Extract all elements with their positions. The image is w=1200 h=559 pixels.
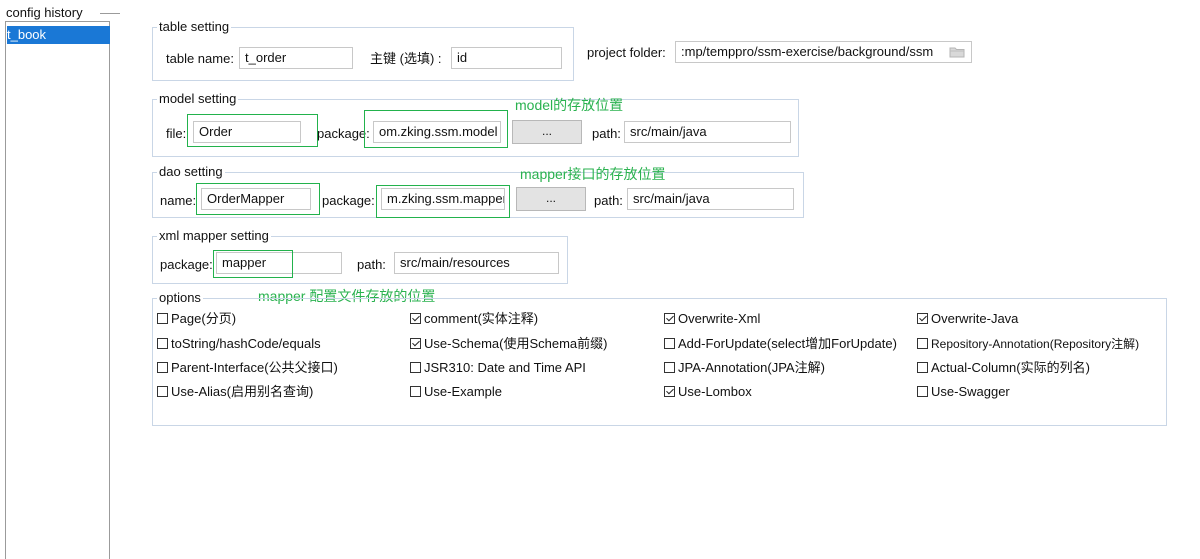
option-tostring[interactable]: toString/hashCode/equals (157, 336, 321, 352)
option-label: Parent-Interface(公共父接口) (171, 360, 338, 375)
model-package-label: package: (317, 126, 370, 141)
checkbox-icon[interactable] (410, 386, 421, 397)
model-path-input[interactable]: src/main/java (624, 121, 791, 143)
model-annotation: model的存放位置 (515, 97, 624, 113)
option-add-forupdate[interactable]: Add-ForUpdate(select增加ForUpdate) (664, 336, 897, 352)
option-use-example[interactable]: Use-Example (410, 384, 502, 400)
dao-package-label: package: (322, 193, 375, 208)
dao-package-input[interactable]: m.zking.ssm.mapper (381, 188, 505, 210)
checkbox-icon[interactable] (157, 386, 168, 397)
dao-path-label: path: (594, 193, 623, 208)
dao-setting-title: dao setting (157, 164, 225, 180)
option-use-schema[interactable]: Use-Schema(使用Schema前缀) (410, 336, 608, 352)
option-label: Repository-Annotation(Repository注解) (931, 337, 1140, 351)
checkbox-icon[interactable] (157, 313, 168, 324)
option-overwrite-java[interactable]: Overwrite-Java (917, 311, 1018, 327)
checkbox-icon[interactable] (917, 338, 928, 349)
option-comment[interactable]: comment(实体注释) (410, 311, 538, 327)
primary-key-input[interactable]: id (451, 47, 562, 69)
option-use-lombox[interactable]: Use-Lombox (664, 384, 752, 400)
config-history-list[interactable]: t_book (5, 21, 110, 559)
option-label: Add-ForUpdate(select增加ForUpdate) (678, 336, 897, 351)
primary-key-label: 主键 (选填) : (370, 51, 442, 66)
checkbox-icon[interactable] (410, 362, 421, 373)
option-label: Page(分页) (171, 311, 237, 326)
dao-name-label: name: (160, 193, 197, 208)
option-use-swagger[interactable]: Use-Swagger (917, 384, 1010, 400)
option-jpa-annotation[interactable]: JPA-Annotation(JPA注解) (664, 360, 825, 376)
checkbox-icon[interactable] (410, 338, 421, 349)
project-folder-input[interactable]: :mp/temppro/ssm-exercise/background/ssm (675, 41, 972, 63)
folder-icon[interactable] (949, 46, 965, 58)
option-label: Use-Alias(启用别名查询) (171, 384, 314, 399)
dao-annotation: mapper接口的存放位置 (520, 166, 666, 182)
option-jsr310[interactable]: JSR310: Date and Time API (410, 360, 586, 376)
option-label: Overwrite-Java (931, 311, 1019, 326)
option-label: JPA-Annotation(JPA注解) (678, 360, 825, 375)
model-package-input[interactable]: om.zking.ssm.model (373, 121, 501, 143)
model-setting-title: model setting (157, 91, 239, 107)
checkbox-icon[interactable] (157, 362, 168, 373)
table-setting-title: table setting (157, 19, 232, 35)
option-page[interactable]: Page(分页) (157, 311, 236, 327)
checkbox-icon[interactable] (664, 338, 675, 349)
option-label: Actual-Column(实际的列名) (931, 360, 1090, 375)
dao-name-input[interactable]: OrderMapper (201, 188, 311, 210)
checkbox-icon[interactable] (917, 362, 928, 373)
dao-path-input[interactable]: src/main/java (627, 188, 794, 210)
checkbox-icon[interactable] (664, 362, 675, 373)
project-folder-label: project folder: (587, 45, 666, 60)
checkbox-icon[interactable] (664, 313, 675, 324)
xml-setting-title: xml mapper setting (157, 228, 271, 244)
checkbox-icon[interactable] (917, 313, 928, 324)
option-label: Overwrite-Xml (678, 311, 761, 326)
xml-package-input[interactable]: mapper (216, 252, 342, 274)
checkbox-icon[interactable] (917, 386, 928, 397)
xml-path-input[interactable]: src/main/resources (394, 252, 559, 274)
table-name-label: table name: (166, 51, 234, 66)
model-browse-button[interactable]: ... (512, 120, 582, 144)
option-label: Use-Swagger (931, 384, 1010, 399)
option-label: comment(实体注释) (424, 311, 539, 326)
option-label: Use-Lombox (678, 384, 752, 399)
option-label: Use-Schema(使用Schema前缀) (424, 336, 608, 351)
options-title: options (157, 290, 203, 306)
option-parent-interface[interactable]: Parent-Interface(公共父接口) (157, 360, 338, 376)
model-file-input[interactable]: Order (193, 121, 301, 143)
config-history-divider (100, 13, 120, 14)
model-file-label: file: (166, 126, 187, 141)
option-label: Use-Example (424, 384, 503, 399)
model-path-label: path: (592, 126, 621, 141)
option-label: toString/hashCode/equals (171, 336, 321, 351)
xml-package-label: package: (160, 257, 213, 272)
config-history-item[interactable]: t_book (7, 26, 110, 44)
dao-browse-button[interactable]: ... (516, 187, 586, 211)
option-actual-column[interactable]: Actual-Column(实际的列名) (917, 360, 1090, 376)
option-use-alias[interactable]: Use-Alias(启用别名查询) (157, 384, 313, 400)
checkbox-icon[interactable] (157, 338, 168, 349)
table-name-input[interactable]: t_order (239, 47, 353, 69)
checkbox-icon[interactable] (410, 313, 421, 324)
option-label: JSR310: Date and Time API (424, 360, 586, 375)
config-history-title: config history (6, 5, 83, 20)
checkbox-icon[interactable] (664, 386, 675, 397)
option-repository-annotation[interactable]: Repository-Annotation(Repository注解) (917, 336, 1139, 352)
xml-path-label: path: (357, 257, 386, 272)
option-overwrite-xml[interactable]: Overwrite-Xml (664, 311, 760, 327)
